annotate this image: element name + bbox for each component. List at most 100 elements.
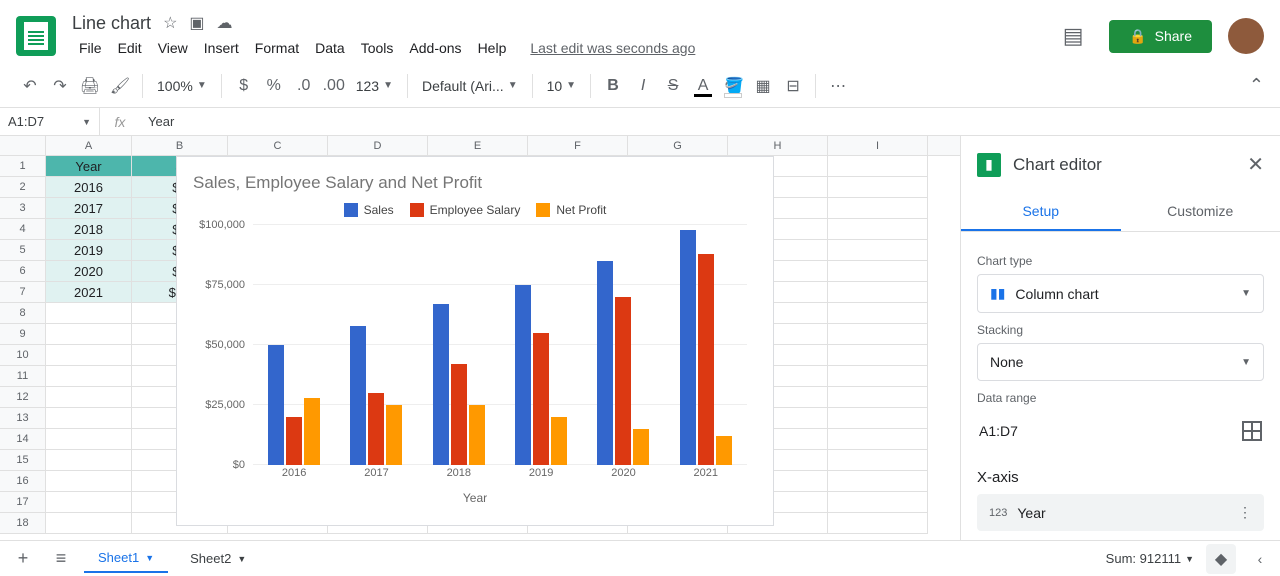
menu-help[interactable]: Help: [471, 36, 514, 60]
xaxis-chip[interactable]: 123 Year ⋮: [977, 494, 1264, 531]
cell[interactable]: [828, 156, 928, 177]
increase-decimal-button[interactable]: .00: [320, 72, 348, 100]
all-sheets-button[interactable]: ≡: [46, 544, 76, 574]
stacking-dropdown[interactable]: None ▼: [977, 343, 1264, 381]
cloud-icon[interactable]: ☁: [217, 13, 233, 33]
cell[interactable]: [828, 303, 928, 324]
chart-type-dropdown[interactable]: ▮▮ Column chart ▼: [977, 274, 1264, 313]
cell[interactable]: [828, 513, 928, 534]
cell[interactable]: [46, 429, 132, 450]
column-header[interactable]: G: [628, 136, 728, 155]
tab-setup[interactable]: Setup: [961, 193, 1121, 231]
cell[interactable]: [46, 387, 132, 408]
menu-tools[interactable]: Tools: [354, 36, 401, 60]
menu-data[interactable]: Data: [308, 36, 352, 60]
strikethrough-button[interactable]: S: [659, 72, 687, 100]
comments-button[interactable]: ▤: [1053, 16, 1093, 56]
cell[interactable]: [46, 408, 132, 429]
text-color-button[interactable]: A: [689, 72, 717, 100]
sheet-tab-1[interactable]: Sheet1▼: [84, 544, 168, 573]
menu-format[interactable]: Format: [248, 36, 306, 60]
cell[interactable]: [828, 366, 928, 387]
cell[interactable]: [46, 366, 132, 387]
column-header[interactable]: B: [132, 136, 228, 155]
italic-button[interactable]: I: [629, 72, 657, 100]
currency-button[interactable]: $: [230, 72, 258, 100]
row-header[interactable]: 8: [0, 303, 46, 324]
cell[interactable]: 2016: [46, 177, 132, 198]
row-header[interactable]: 6: [0, 261, 46, 282]
column-header[interactable]: A: [46, 136, 132, 155]
menu-view[interactable]: View: [151, 36, 195, 60]
redo-button[interactable]: ↷: [46, 72, 74, 100]
spreadsheet-grid[interactable]: ABCDEFGHI 1YearS22016$532017$642018$7520…: [0, 136, 960, 540]
number-format-dropdown[interactable]: 123▼: [350, 72, 399, 100]
cell[interactable]: [46, 345, 132, 366]
column-header[interactable]: E: [428, 136, 528, 155]
cell[interactable]: [828, 471, 928, 492]
share-button[interactable]: 🔒 Share: [1109, 20, 1212, 53]
percent-button[interactable]: %: [260, 72, 288, 100]
cell[interactable]: [828, 429, 928, 450]
menu-add-ons[interactable]: Add-ons: [402, 36, 468, 60]
name-box[interactable]: A1:D7▼: [0, 108, 100, 135]
cell[interactable]: [828, 450, 928, 471]
font-dropdown[interactable]: Default (Ari...▼: [416, 72, 524, 100]
add-sheet-button[interactable]: +: [8, 544, 38, 574]
cell[interactable]: [46, 471, 132, 492]
decrease-decimal-button[interactable]: .0: [290, 72, 318, 100]
menu-insert[interactable]: Insert: [197, 36, 246, 60]
chart[interactable]: Sales, Employee Salary and Net Profit Sa…: [176, 156, 774, 526]
merge-button[interactable]: ⊟: [779, 72, 807, 100]
print-button[interactable]: 🖨: [76, 72, 104, 100]
cell[interactable]: [828, 177, 928, 198]
bold-button[interactable]: B: [599, 72, 627, 100]
cell[interactable]: [828, 282, 928, 303]
menu-edit[interactable]: Edit: [111, 36, 149, 60]
sum-display[interactable]: Sum: 912111▼: [1106, 551, 1194, 566]
row-header[interactable]: 4: [0, 219, 46, 240]
row-header[interactable]: 10: [0, 345, 46, 366]
cell[interactable]: 2021: [46, 282, 132, 303]
cell[interactable]: [46, 513, 132, 534]
document-title[interactable]: Line chart: [72, 13, 151, 34]
font-size-dropdown[interactable]: 10▼: [541, 72, 582, 100]
borders-button[interactable]: ▦: [749, 72, 777, 100]
row-header[interactable]: 3: [0, 198, 46, 219]
cell[interactable]: [46, 492, 132, 513]
paint-format-button[interactable]: 🖌: [106, 72, 134, 100]
account-avatar[interactable]: [1228, 18, 1264, 54]
row-header[interactable]: 18: [0, 513, 46, 534]
cell[interactable]: [46, 450, 132, 471]
row-header[interactable]: 9: [0, 324, 46, 345]
cell[interactable]: [46, 303, 132, 324]
more-toolbar-button[interactable]: ⋯: [824, 72, 852, 100]
cell[interactable]: [828, 492, 928, 513]
collapse-toolbar-icon[interactable]: ⌃: [1249, 75, 1264, 96]
cell[interactable]: 2019: [46, 240, 132, 261]
column-header[interactable]: H: [728, 136, 828, 155]
fill-color-button[interactable]: 🪣: [719, 72, 747, 100]
column-header[interactable]: F: [528, 136, 628, 155]
formula-input[interactable]: Year: [140, 114, 174, 129]
cell[interactable]: [46, 324, 132, 345]
row-header[interactable]: 1: [0, 156, 46, 177]
column-header[interactable]: C: [228, 136, 328, 155]
row-header[interactable]: 2: [0, 177, 46, 198]
cell[interactable]: [828, 240, 928, 261]
menu-file[interactable]: File: [72, 36, 109, 60]
close-editor-button[interactable]: ✕: [1247, 152, 1264, 177]
cell[interactable]: 2017: [46, 198, 132, 219]
cell[interactable]: [828, 345, 928, 366]
column-header[interactable]: D: [328, 136, 428, 155]
row-header[interactable]: 13: [0, 408, 46, 429]
tab-customize[interactable]: Customize: [1121, 193, 1280, 231]
zoom-dropdown[interactable]: 100%▼: [151, 72, 213, 100]
explore-button[interactable]: ◆: [1206, 544, 1236, 574]
row-header[interactable]: 11: [0, 366, 46, 387]
undo-button[interactable]: ↶: [16, 72, 44, 100]
cell[interactable]: [828, 387, 928, 408]
scroll-left-button[interactable]: ‹: [1248, 547, 1272, 571]
column-header[interactable]: I: [828, 136, 928, 155]
row-header[interactable]: 14: [0, 429, 46, 450]
